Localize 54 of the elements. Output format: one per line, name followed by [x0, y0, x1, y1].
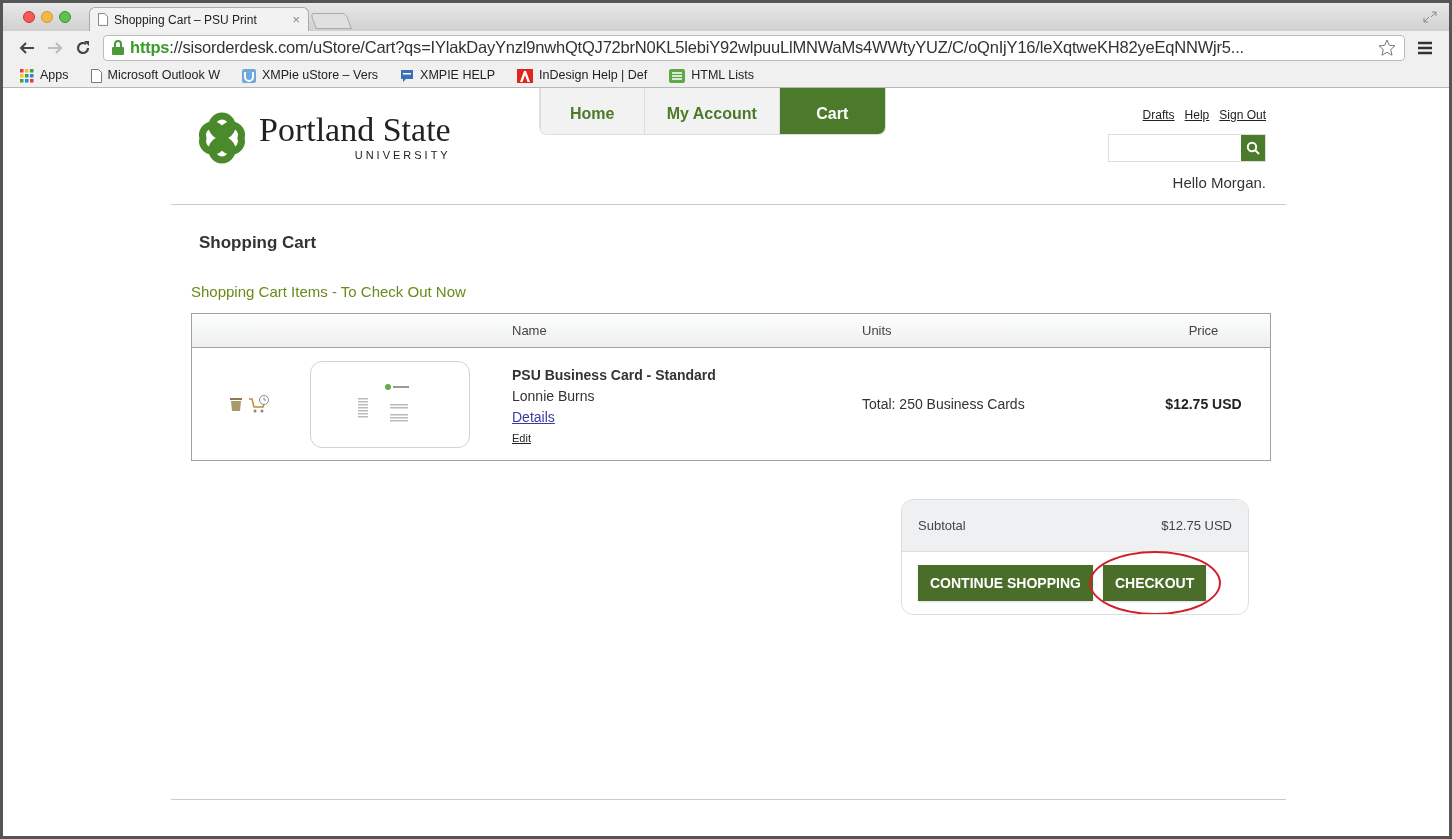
- bookmark[interactable]: XMPie uStore – Vers: [242, 66, 379, 85]
- details-link[interactable]: Details: [512, 407, 555, 429]
- header-link[interactable]: Drafts: [1142, 106, 1175, 124]
- subtotal-value: $12.75 USD: [1161, 516, 1232, 535]
- column-header: Price: [1187, 321, 1220, 340]
- action-button[interactable]: CONTINUE SHOPPING: [918, 565, 1093, 601]
- logo-name: Portland State: [259, 112, 451, 147]
- bookmark[interactable]: XMPIE HELP: [400, 66, 496, 85]
- page-icon: [98, 13, 108, 26]
- header-link[interactable]: Help: [1184, 106, 1210, 124]
- search-icon: [1246, 141, 1260, 155]
- column-header: Name: [512, 321, 548, 340]
- address-bar[interactable]: https://sisorderdesk.com/uStore/Cart?qs=IYlakDayYnzl9nwhQtQJ72brN0KL5lebiY92wlpuuLlMNWaMs4WWtyYUZ/C/oQnIjY16/leXqtweKH82yeEqNNWjr5...: [103, 34, 1405, 61]
- list-icon: [669, 68, 686, 83]
- fullscreen-icon[interactable]: [1423, 11, 1437, 23]
- nav-tab[interactable]: Home: [539, 88, 644, 134]
- logo-subtitle: UNIVERSITY: [354, 147, 451, 163]
- subtotal-label: Subtotal: [918, 516, 966, 535]
- url-text: https://sisorderdesk.com/uStore/Cart?qs=IYlakDayYnzl9nwhQtQJ72brN0KL5lebiY92wlpuuLlMNWaMs4WWtyYUZ/C/oQnIjY16/leXqtweKH82yeEqNNWjr5...: [130, 37, 1244, 59]
- back-arrow-icon[interactable]: [19, 40, 35, 55]
- reload-icon[interactable]: [75, 39, 91, 56]
- recipient-name: Lonnie Burns: [512, 387, 596, 407]
- search-field[interactable]: [1108, 134, 1266, 162]
- bookmark[interactable]: Microsoft Outlook W: [90, 66, 221, 85]
- greeting-text: Hello Morgan.: [1172, 173, 1266, 193]
- nav-tab[interactable]: Cart: [778, 88, 885, 134]
- menu-icon[interactable]: [1417, 40, 1433, 55]
- edit-link[interactable]: Edit: [512, 430, 531, 447]
- adobe-icon: [517, 68, 534, 83]
- apps-grid-icon: [20, 68, 34, 83]
- star-icon[interactable]: [1378, 38, 1396, 57]
- action-button[interactable]: CHECKOUT: [1102, 565, 1207, 601]
- bookmark[interactable]: Apps: [20, 66, 69, 85]
- bookmark[interactable]: InDesign Help | Def: [517, 66, 648, 85]
- trash-icon[interactable]: [230, 397, 242, 411]
- column-header: Units: [862, 321, 893, 340]
- maximize-window-button[interactable]: [59, 11, 71, 23]
- search-button[interactable]: [1241, 135, 1265, 161]
- chat-icon: [400, 68, 415, 83]
- cart-clock-icon[interactable]: [248, 394, 270, 414]
- header-link[interactable]: Sign Out: [1219, 106, 1266, 124]
- tab-title: Shopping Cart – PSU Print: [114, 11, 257, 29]
- close-window-button[interactable]: [23, 11, 35, 23]
- ustore-icon: [242, 68, 257, 83]
- units-text: Total: 250 Business Cards: [862, 394, 1026, 414]
- bookmark[interactable]: HTML Lists: [669, 66, 754, 85]
- section-title: Shopping Cart Items - To Check Out Now: [191, 281, 467, 302]
- browser-tab[interactable]: Shopping Cart – PSU Print ×: [89, 7, 309, 31]
- page-title: Shopping Cart: [199, 232, 318, 254]
- product-name: PSU Business Card - Standard: [512, 366, 717, 386]
- price-text: $12.75 USD: [1164, 394, 1243, 414]
- lock-icon: [112, 40, 124, 55]
- nav-tab[interactable]: My Account: [643, 88, 779, 134]
- page-icon: [90, 68, 102, 83]
